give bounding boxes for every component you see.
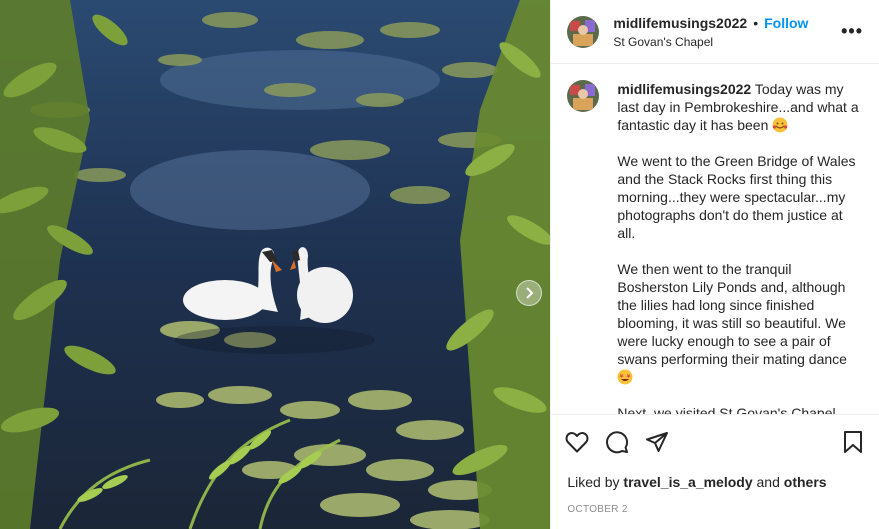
save-button[interactable] <box>843 430 863 454</box>
caption-avatar[interactable] <box>567 80 600 112</box>
star-struck-icon <box>617 369 633 385</box>
post-photo[interactable] <box>0 0 551 529</box>
caption-area: midlifemusings2022 Today was my last day… <box>551 64 879 414</box>
caption-username[interactable]: midlifemusings2022 <box>617 81 751 97</box>
more-options-button[interactable]: ••• <box>841 21 863 42</box>
next-photo-button[interactable] <box>516 280 542 306</box>
more-icon: ••• <box>841 21 863 41</box>
post-date[interactable]: OCTOBER 2 <box>551 504 879 515</box>
header-meta: midlifemusings2022 • Follow St Govan's C… <box>613 15 841 49</box>
caption-paragraph-text: We then went to the tranquil Bosherston … <box>617 261 847 367</box>
profile-picture-icon <box>567 80 600 112</box>
caption-paragraph: We then went to the tranquil Bosherston … <box>617 260 863 386</box>
separator-dot: • <box>753 14 759 31</box>
header-row: midlifemusings2022 • Follow <box>613 15 841 31</box>
caption-text: midlifemusings2022 Today was my last day… <box>617 80 863 414</box>
avatar[interactable] <box>567 15 600 48</box>
swan-pond-image <box>0 0 551 529</box>
comment-icon <box>606 430 629 453</box>
instagram-post: midlifemusings2022 • Follow St Govan's C… <box>0 0 879 529</box>
likes-summary: Liked by travel_is_a_melody and others <box>551 474 879 490</box>
comment-button[interactable] <box>605 430 629 454</box>
smiling-face-with-hearts-icon <box>772 117 788 133</box>
follow-button[interactable]: Follow <box>764 15 808 31</box>
chevron-right-icon <box>526 287 534 299</box>
action-bar <box>551 414 879 468</box>
like-button[interactable] <box>565 431 589 453</box>
post-side-panel: midlifemusings2022 • Follow St Govan's C… <box>550 0 879 529</box>
username-link[interactable]: midlifemusings2022 <box>613 15 747 31</box>
profile-picture-icon <box>567 15 600 48</box>
likes-prefix: Liked by <box>567 474 620 490</box>
post-header: midlifemusings2022 • Follow St Govan's C… <box>551 0 879 64</box>
likes-joiner: and <box>756 474 780 490</box>
share-button[interactable] <box>645 430 669 454</box>
heart-icon <box>565 431 589 452</box>
bookmark-icon <box>844 430 862 453</box>
caption-paragraph: Next, we visited St Govan's Chapel, <box>617 405 840 414</box>
caption-paragraph: We went to the Green Bridge of Wales and… <box>617 153 856 241</box>
location-link[interactable]: St Govan's Chapel <box>613 35 841 49</box>
liker-username[interactable]: travel_is_a_melody <box>623 474 752 490</box>
bottom-spacer <box>551 515 879 529</box>
caption-paragraph: midlifemusings2022 Today was my last day… <box>617 80 863 134</box>
paper-plane-icon <box>646 431 669 452</box>
others-link[interactable]: others <box>784 474 827 490</box>
